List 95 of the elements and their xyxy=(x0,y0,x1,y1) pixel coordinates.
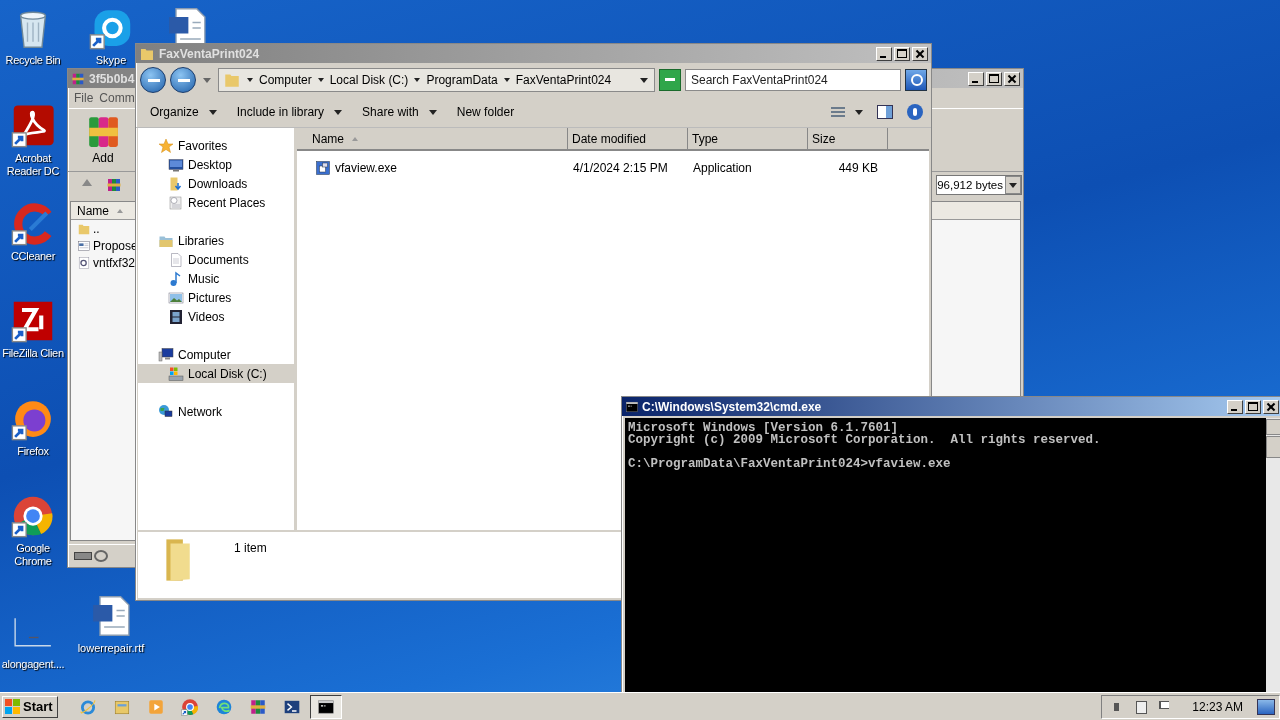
application-icon xyxy=(315,160,331,176)
toolbar-button[interactable]: Organize xyxy=(140,101,227,123)
preview-pane-icon[interactable] xyxy=(877,105,893,119)
browser-icon xyxy=(214,697,233,716)
globe-icon xyxy=(158,403,174,420)
window-title: FaxVentaPrint024 xyxy=(159,46,260,61)
table-cell: Application xyxy=(693,161,752,175)
table-cell: 4/1/2024 2:15 PM xyxy=(573,161,668,175)
forward-button[interactable] xyxy=(170,67,196,93)
menu-item[interactable]: Comm xyxy=(99,91,135,105)
view-icon[interactable] xyxy=(831,107,845,117)
computer-icon xyxy=(158,346,174,363)
toolbar-button[interactable]: Include in library xyxy=(226,101,353,123)
folder-icon xyxy=(168,175,184,192)
icon-label[interactable]: alongagent.... xyxy=(1,658,65,671)
folder-icon xyxy=(223,71,241,89)
start-button[interactable]: Start xyxy=(2,695,58,718)
icon-label[interactable]: lowerrepair.rtf xyxy=(77,642,145,655)
column-header[interactable]: Date modified xyxy=(568,128,688,149)
app-icon xyxy=(11,299,55,343)
item-count: 1 item xyxy=(234,541,267,555)
size-field[interactable]: 96,912 bytes xyxy=(936,175,1022,195)
taskbar-app-button[interactable] xyxy=(309,694,342,719)
nav-item[interactable]: Favorites xyxy=(138,136,294,155)
nav-item[interactable]: Computer xyxy=(138,345,294,364)
terminal-icon xyxy=(316,697,335,716)
archive-icon xyxy=(248,697,267,716)
help-icon[interactable] xyxy=(907,104,923,120)
clock-icon xyxy=(168,194,184,211)
column-header[interactable]: Name xyxy=(297,128,568,149)
console-command: C:\ProgramData\FaxVentaPrint024>vfaview.exe xyxy=(628,458,952,470)
monitor-icon xyxy=(168,156,184,173)
table-cell: 449 KB xyxy=(838,161,878,175)
maximize-button[interactable] xyxy=(1245,399,1261,414)
image-icon xyxy=(168,289,184,306)
nav-item[interactable]: Documents xyxy=(138,250,294,269)
column-header[interactable]: Type xyxy=(688,128,808,149)
file-name[interactable]: vntfxf32 xyxy=(93,255,136,270)
film-icon xyxy=(168,308,184,325)
caret-icon[interactable] xyxy=(855,109,863,115)
menu-item[interactable]: File xyxy=(74,91,94,105)
search-field[interactable]: Search FaxVentaPrint024 xyxy=(685,69,901,91)
show-desktop-button[interactable] xyxy=(1257,698,1275,715)
nav-item[interactable]: Local Disk (C:) xyxy=(138,364,294,383)
nav-item[interactable]: Network xyxy=(138,402,294,421)
file-name[interactable]: vfaview.exe xyxy=(335,161,398,175)
file-name[interactable]: .. xyxy=(93,221,100,236)
column-header[interactable]: Size xyxy=(808,128,888,149)
toolbar-button[interactable]: New folder xyxy=(446,101,525,123)
drive-status-icon xyxy=(74,551,108,561)
icon-label[interactable]: Acrobat Reader DC xyxy=(0,152,66,178)
icon-label[interactable]: Skype xyxy=(95,54,127,67)
window-title: C:\Windows\System32\cmd.exe xyxy=(642,399,822,414)
console-output: Copyright (c) 2009 Microsoft Corporation. All rights reserved. xyxy=(628,434,1102,446)
archive-icon xyxy=(71,71,85,86)
drive-icon xyxy=(168,365,184,382)
address-bar[interactable]: Computer Local Disk (C:) ProgramData FaxVentaPrint024 xyxy=(218,68,655,92)
media-player-icon xyxy=(146,697,165,716)
terminal-icon xyxy=(625,399,639,414)
console-output: Microsoft Windows [Version 6.1.7601] xyxy=(628,422,899,434)
add-button[interactable]: Add xyxy=(82,115,124,165)
nav-item[interactable]: Libraries xyxy=(138,231,294,250)
nav-item[interactable]: Pictures xyxy=(138,288,294,307)
nav-item[interactable]: Downloads xyxy=(138,174,294,193)
clock[interactable]: 12:23 AM xyxy=(1192,699,1243,714)
icon-label[interactable]: Firefox xyxy=(17,445,49,458)
icon-label[interactable]: Recycle Bin xyxy=(5,54,61,67)
nav-item[interactable]: Recent Places xyxy=(138,193,294,212)
star-icon xyxy=(158,137,174,154)
archive-icon xyxy=(86,115,120,149)
document-icon xyxy=(168,251,184,268)
archive-icon xyxy=(106,177,122,193)
icon-label[interactable]: Google Chrome xyxy=(0,542,66,568)
browser-icon xyxy=(78,697,97,716)
document-icon xyxy=(77,238,91,253)
column-header[interactable]: Name xyxy=(71,202,131,219)
network-icon[interactable] xyxy=(1134,699,1149,714)
app-icon xyxy=(11,494,55,538)
app-icon xyxy=(11,104,55,148)
window-title: 3f5b0b4 xyxy=(89,71,135,86)
nav-item[interactable]: Desktop xyxy=(138,155,294,174)
search-button[interactable] xyxy=(905,69,927,91)
history-dropdown-icon[interactable] xyxy=(203,77,211,83)
nav-item[interactable]: Videos xyxy=(138,307,294,326)
minimize-button[interactable] xyxy=(1227,399,1243,414)
refresh-button[interactable] xyxy=(659,69,681,91)
icon-label[interactable]: CCleaner xyxy=(10,250,56,263)
toolbar-button[interactable]: Share with xyxy=(352,101,447,123)
close-button[interactable] xyxy=(1263,399,1279,414)
gear-file-icon xyxy=(77,255,91,270)
scrollbar[interactable] xyxy=(1266,418,1280,693)
app-icon xyxy=(180,697,199,716)
icon-label[interactable]: FileZilla Clien xyxy=(2,347,64,360)
nav-item[interactable]: Music xyxy=(138,269,294,288)
back-button[interactable] xyxy=(140,67,166,93)
